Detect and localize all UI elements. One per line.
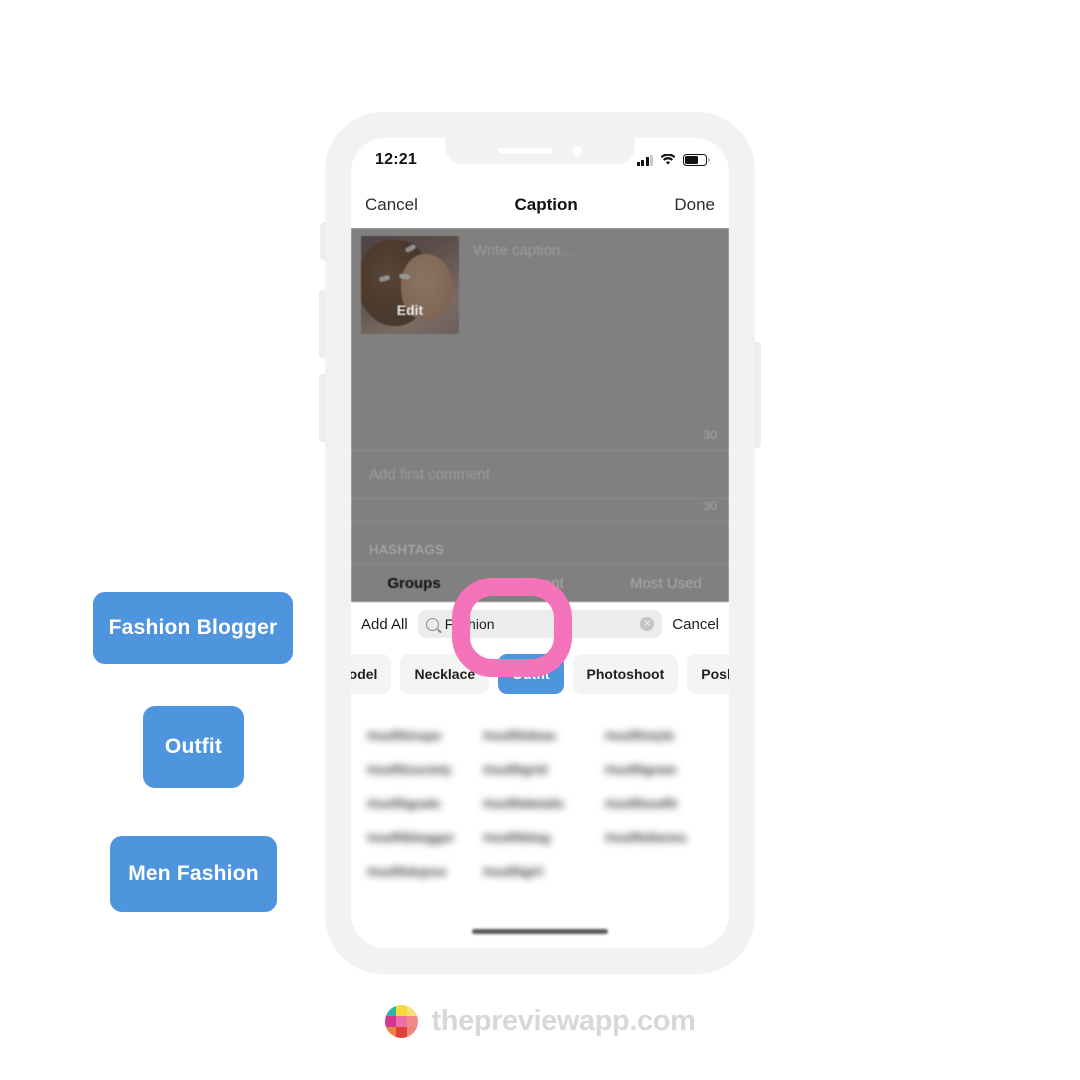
tab-groups[interactable]: Groups [351, 575, 477, 592]
hashtag-item[interactable]: #outfitdujour [367, 864, 475, 879]
hashtag-row: #outfitinspo #outfitideas #outfitstyle [367, 718, 713, 752]
page-title: Caption [514, 195, 578, 214]
logo-cell [406, 1016, 418, 1027]
status-time: 12:21 [375, 151, 417, 168]
chip-necklace[interactable]: Necklace [400, 654, 490, 694]
chip-model[interactable]: Model [351, 654, 392, 694]
logo-cell [395, 1027, 407, 1038]
dimmed-caption-region: Edit Write caption... 30 Add first comme… [351, 228, 729, 602]
caption-row: Edit Write caption... [351, 228, 729, 428]
add-all-button[interactable]: Add All [361, 616, 408, 633]
hashtag-item[interactable]: #outfitblogger [367, 830, 475, 845]
caption-counter-row: 30 [351, 428, 729, 451]
volume-down-button[interactable] [319, 374, 326, 442]
edit-photo-label[interactable]: Edit [361, 302, 459, 318]
callout-fashion-blogger[interactable]: Fashion Blogger [93, 592, 293, 664]
silent-switch-button[interactable] [320, 222, 326, 260]
hashtag-item[interactable]: #outfitgoals [367, 796, 475, 811]
chip-photoshoot[interactable]: Photoshoot [572, 654, 679, 694]
search-icon [425, 617, 439, 631]
logo-cell [395, 1005, 407, 1016]
cancel-button[interactable]: Cancel [365, 195, 418, 215]
logo-cell [406, 1027, 418, 1038]
hashtag-item[interactable]: #outfitideas [475, 728, 591, 743]
hashtag-item[interactable]: #outfitgirl [475, 864, 591, 879]
search-bar: Add All Fashion ✕ Cancel [351, 602, 729, 646]
done-button[interactable]: Done [674, 195, 715, 215]
caption-counter: 30 [703, 428, 717, 442]
search-input[interactable]: Fashion ✕ [417, 610, 663, 638]
hashtag-item[interactable]: #outfitblog [475, 830, 591, 845]
logo-cell [395, 1016, 407, 1027]
hashtag-row: #outfitsociety #outfitgrid #outfitgram [367, 752, 713, 786]
callout-men-fashion[interactable]: Men Fashion [110, 836, 277, 912]
preview-app-logo-icon [384, 1005, 418, 1038]
cellular-bars-icon [636, 154, 653, 166]
footer-watermark: thepreviewapp.com [0, 1005, 1080, 1038]
hashtag-row: #outfitgoals #outfitdetails #outfitoutfi… [367, 786, 713, 820]
hashtags-section-label: HASHTAGS [351, 522, 729, 564]
logo-cell [406, 1005, 418, 1016]
hashtag-row: #outfitblogger #outfitblog #outfitdiarie… [367, 820, 713, 854]
hashtag-item[interactable]: #outfitgrid [475, 762, 591, 777]
notch [445, 138, 635, 164]
phone-screen: 12:21 Cancel Caption Done Edit Write cap… [351, 138, 729, 948]
hashtag-item[interactable]: #outfitstyle [591, 728, 713, 743]
hashtag-item[interactable]: #outfitdetails [475, 796, 591, 811]
logo-cell [384, 1027, 396, 1038]
clear-circle-icon[interactable]: ✕ [640, 617, 655, 631]
earpiece-speaker-icon [498, 148, 552, 154]
footer-url-text: thepreviewapp.com [431, 1005, 696, 1037]
search-cancel-button[interactable]: Cancel [672, 616, 719, 633]
hashtag-row: #outfitdujour #outfitgirl [367, 854, 713, 888]
hashtag-item[interactable]: #outfitgram [591, 762, 713, 777]
logo-cell [384, 1005, 396, 1016]
battery-icon [683, 154, 710, 166]
phone-frame: 12:21 Cancel Caption Done Edit Write cap… [319, 112, 761, 974]
tab-recent[interactable]: Recent [477, 575, 603, 592]
first-comment-counter-row: 30 [351, 499, 729, 522]
power-button[interactable] [754, 342, 761, 448]
hashtag-item[interactable]: #outfitsociety [367, 762, 475, 777]
callout-outfit[interactable]: Outfit [143, 706, 244, 788]
status-icons [636, 154, 710, 166]
chip-outfit[interactable]: Outfit [498, 654, 564, 694]
hashtag-tabs: Groups Recent Most Used [351, 564, 729, 602]
front-camera-icon [572, 146, 582, 156]
chip-poshmark[interactable]: Poshmark [687, 654, 729, 694]
search-input-value: Fashion [444, 616, 495, 632]
photo-thumbnail[interactable]: Edit [361, 236, 459, 334]
tab-most-used[interactable]: Most Used [603, 575, 729, 592]
caption-input[interactable]: Write caption... [473, 242, 573, 428]
hashtag-item[interactable]: #outfitdiaries [591, 830, 713, 845]
wifi-icon [660, 154, 676, 165]
first-comment-input[interactable]: Add first comment [351, 451, 729, 499]
group-chips-row: Model Necklace Outfit Photoshoot Poshmar… [351, 646, 729, 702]
logo-cell [384, 1016, 396, 1027]
home-indicator[interactable] [472, 929, 608, 934]
nav-bar: Cancel Caption Done [351, 182, 729, 228]
hashtag-item[interactable]: #outfitoutfit [591, 796, 713, 811]
hashtag-item[interactable]: #outfitinspo [367, 728, 475, 743]
volume-up-button[interactable] [319, 290, 326, 358]
photo-dim-overlay [361, 236, 459, 334]
hashtag-grid: #outfitinspo #outfitideas #outfitstyle #… [351, 702, 729, 888]
first-comment-counter: 30 [703, 499, 717, 513]
